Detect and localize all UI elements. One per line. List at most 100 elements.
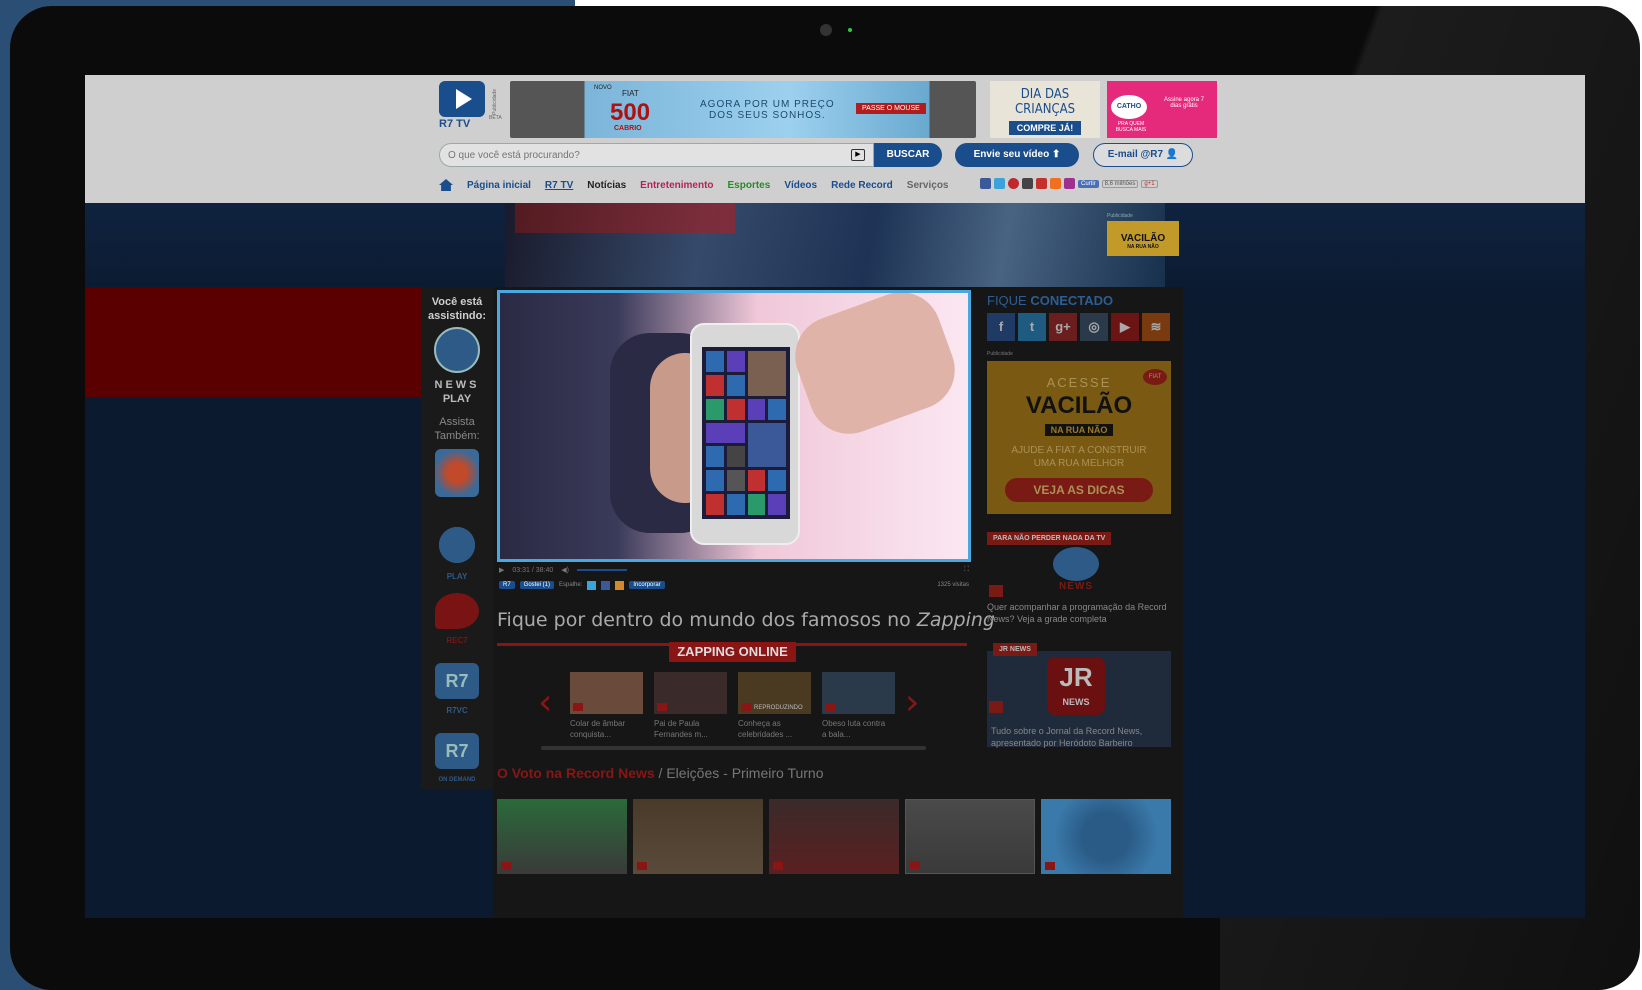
voto-video-thumb[interactable] xyxy=(1041,799,1171,874)
logo-text: R7 TV xyxy=(439,118,471,130)
home-icon[interactable] xyxy=(439,179,453,191)
player-actions: R7 Gostei (1) Espalhe: Incorporar 1325 v… xyxy=(499,579,969,591)
video-time: 03:31 / 38:40 xyxy=(512,566,554,574)
vacila-ad[interactable]: ACESSE VACILÃO NA RUA NÃO AJUDE A FIAT A… xyxy=(987,361,1171,514)
vacila-cta[interactable]: VEJA AS DICAS xyxy=(1005,478,1153,502)
volume-icon[interactable]: ◀) xyxy=(561,566,569,574)
rss-icon[interactable] xyxy=(1050,178,1061,189)
vacila-banner-sub: NA RUA NÃO xyxy=(1127,244,1159,250)
news-schedule-card[interactable]: PARA NÃO PERDER NADA DA TV NEWS Quer aco… xyxy=(987,527,1171,625)
facebook-icon[interactable]: f xyxy=(987,313,1015,341)
channel-kids[interactable] xyxy=(435,449,479,497)
nav-item[interactable]: Serviços xyxy=(907,180,949,191)
video-player[interactable] xyxy=(497,290,971,562)
channel-r7vc-label: R7VC xyxy=(446,706,468,715)
voto-section-title[interactable]: O Voto na Record News / Eleições - Prime… xyxy=(497,765,824,781)
orkut-icon[interactable] xyxy=(1064,178,1075,189)
nav-item[interactable]: Notícias xyxy=(587,180,626,191)
phone-tiles xyxy=(702,347,790,519)
zapping-thumb: REPRODUZINDO xyxy=(738,672,811,714)
section-headline[interactable]: Fique por dentro do mundo dos famosos no… xyxy=(497,609,995,631)
jr-logo-sub: NEWS xyxy=(1062,697,1090,707)
ondemand-logo: R7 xyxy=(445,741,469,761)
share-twitter-icon[interactable] xyxy=(587,580,597,590)
zapping-item[interactable]: Colar de âmbar conquista... xyxy=(570,672,643,740)
twitter-icon[interactable] xyxy=(994,178,1005,189)
fiat-line1: AGORA POR UM PREÇO xyxy=(700,99,835,110)
zapping-item[interactable]: REPRODUZINDO Conheça as celebridades ... xyxy=(738,672,811,740)
email-button[interactable]: E-mail @R7 👤 xyxy=(1093,143,1193,167)
share-facebook-icon[interactable] xyxy=(601,580,611,590)
r7tv-logo[interactable]: R7 TV xyxy=(439,81,487,135)
dia-title1: DIA xyxy=(1020,87,1042,102)
nav-item[interactable]: Rede Record xyxy=(831,180,893,191)
channel-ondemand[interactable]: R7 ON DEMAND xyxy=(435,733,479,783)
facebook-icon[interactable] xyxy=(980,178,991,189)
zapping-thumb xyxy=(654,672,727,714)
voto-video-thumb[interactable] xyxy=(769,799,899,874)
send-video-button[interactable]: Envie seu vídeo ⬆ xyxy=(955,143,1079,167)
googleplus-icon[interactable]: g+ xyxy=(1049,313,1077,341)
fiat-line2: DOS SEUS SONHOS. xyxy=(709,110,826,121)
jr-news-logo: JR NEWS xyxy=(1047,657,1105,715)
dia-cta[interactable]: COMPRE JÁ! xyxy=(1008,121,1082,135)
jr-news-card[interactable]: JR NEWS JR NEWS Tudo sobre o Jornal da Re… xyxy=(987,643,1171,748)
banner-ad-label: Publicidade xyxy=(1107,213,1133,219)
nav-item[interactable]: Página inicial xyxy=(467,180,531,191)
user-icon: 👤 xyxy=(1165,149,1179,160)
nav-item[interactable]: Esportes xyxy=(728,180,771,191)
youtube-icon[interactable] xyxy=(1036,178,1047,189)
like-button[interactable]: Gostei (1) xyxy=(519,581,555,589)
channel-r7vc[interactable]: R7 R7VC xyxy=(435,663,479,715)
video-search-icon[interactable]: ▶ xyxy=(851,149,865,161)
zapping-item[interactable]: Obeso luta contra a bala... xyxy=(822,672,895,740)
fiat-ad[interactable]: NOVO FIAT 500 CABRIO AGORA POR UM PREÇO … xyxy=(510,81,976,138)
video-badge-icon xyxy=(989,701,1003,713)
instagram-icon[interactable]: ◎ xyxy=(1080,313,1108,341)
voto-video-thumb[interactable] xyxy=(633,799,763,874)
nav-item[interactable]: R7 TV xyxy=(545,180,573,191)
twitter-icon[interactable]: t xyxy=(1018,313,1046,341)
curtir-button[interactable]: Curtir xyxy=(1078,179,1099,188)
headline-emph: Zapping xyxy=(916,609,995,631)
fullscreen-icon[interactable]: ⛶ xyxy=(964,566,969,574)
prev-arrow-icon[interactable]: ‹ xyxy=(538,682,552,723)
voto-video-thumb[interactable] xyxy=(497,799,627,874)
zapping-item[interactable]: Pai de Paula Fernandes m... xyxy=(654,672,727,740)
zapping-caption: Colar de âmbar conquista... xyxy=(570,719,626,739)
gplus-button[interactable]: g+1 xyxy=(1141,179,1158,188)
share-link-icon[interactable] xyxy=(615,580,625,590)
search-button[interactable]: BUSCAR xyxy=(874,143,942,167)
rss-icon[interactable]: ≋ xyxy=(1142,313,1170,341)
main-nav: Página inicial R7 TV Notícias Entretenim… xyxy=(439,175,949,195)
vacila-banner-ad[interactable]: VACILÃO NA RUA NÃO xyxy=(1107,221,1179,256)
embed-button[interactable]: Incorporar xyxy=(629,581,665,589)
next-arrow-icon[interactable]: › xyxy=(905,682,919,723)
dia-title: DIA DAS CRIANÇAS xyxy=(990,87,1100,117)
card-text: Tudo sobre o Jornal da Record News, apre… xyxy=(991,726,1143,748)
instagram-icon[interactable] xyxy=(1022,178,1033,189)
screen: R7 TV BETA Publicidade NOVO FIAT 500 CAB… xyxy=(85,75,1585,918)
play-icon[interactable]: ▶ xyxy=(499,566,504,574)
hero-banner xyxy=(85,203,1585,295)
catho-ad[interactable]: CATHO PRA QUEM BUSCA MAIS Assine agora 7… xyxy=(1107,81,1217,138)
dia-criancas-ad[interactable]: DIA DAS CRIANÇAS COMPRE JÁ! xyxy=(990,81,1100,138)
newsplay-globe-icon[interactable] xyxy=(434,327,480,373)
volume-slider[interactable] xyxy=(576,569,627,571)
watching-label: Você está assistindo: xyxy=(427,296,487,322)
search-box: ▶ xyxy=(439,143,874,167)
pinterest-icon[interactable] xyxy=(1008,178,1019,189)
carousel-scrollbar[interactable] xyxy=(541,746,926,750)
search-input[interactable] xyxy=(440,144,820,166)
voto-video-thumb[interactable] xyxy=(905,799,1035,874)
catho-logo: CATHO xyxy=(1111,95,1147,119)
channel-rec7[interactable]: REC7 xyxy=(435,593,479,645)
nav-item[interactable]: Vídeos xyxy=(784,180,817,191)
channel-play[interactable]: PLAY xyxy=(435,521,479,581)
email-label: E-mail @R7 xyxy=(1107,149,1164,160)
card-text: Quer acompanhar a programação da Record … xyxy=(987,602,1167,624)
fiat-cta[interactable]: PASSE O MOUSE xyxy=(856,103,926,114)
nav-item[interactable]: Entretenimento xyxy=(640,180,713,191)
studio-accent xyxy=(515,203,735,233)
youtube-icon[interactable]: ▶ xyxy=(1111,313,1139,341)
